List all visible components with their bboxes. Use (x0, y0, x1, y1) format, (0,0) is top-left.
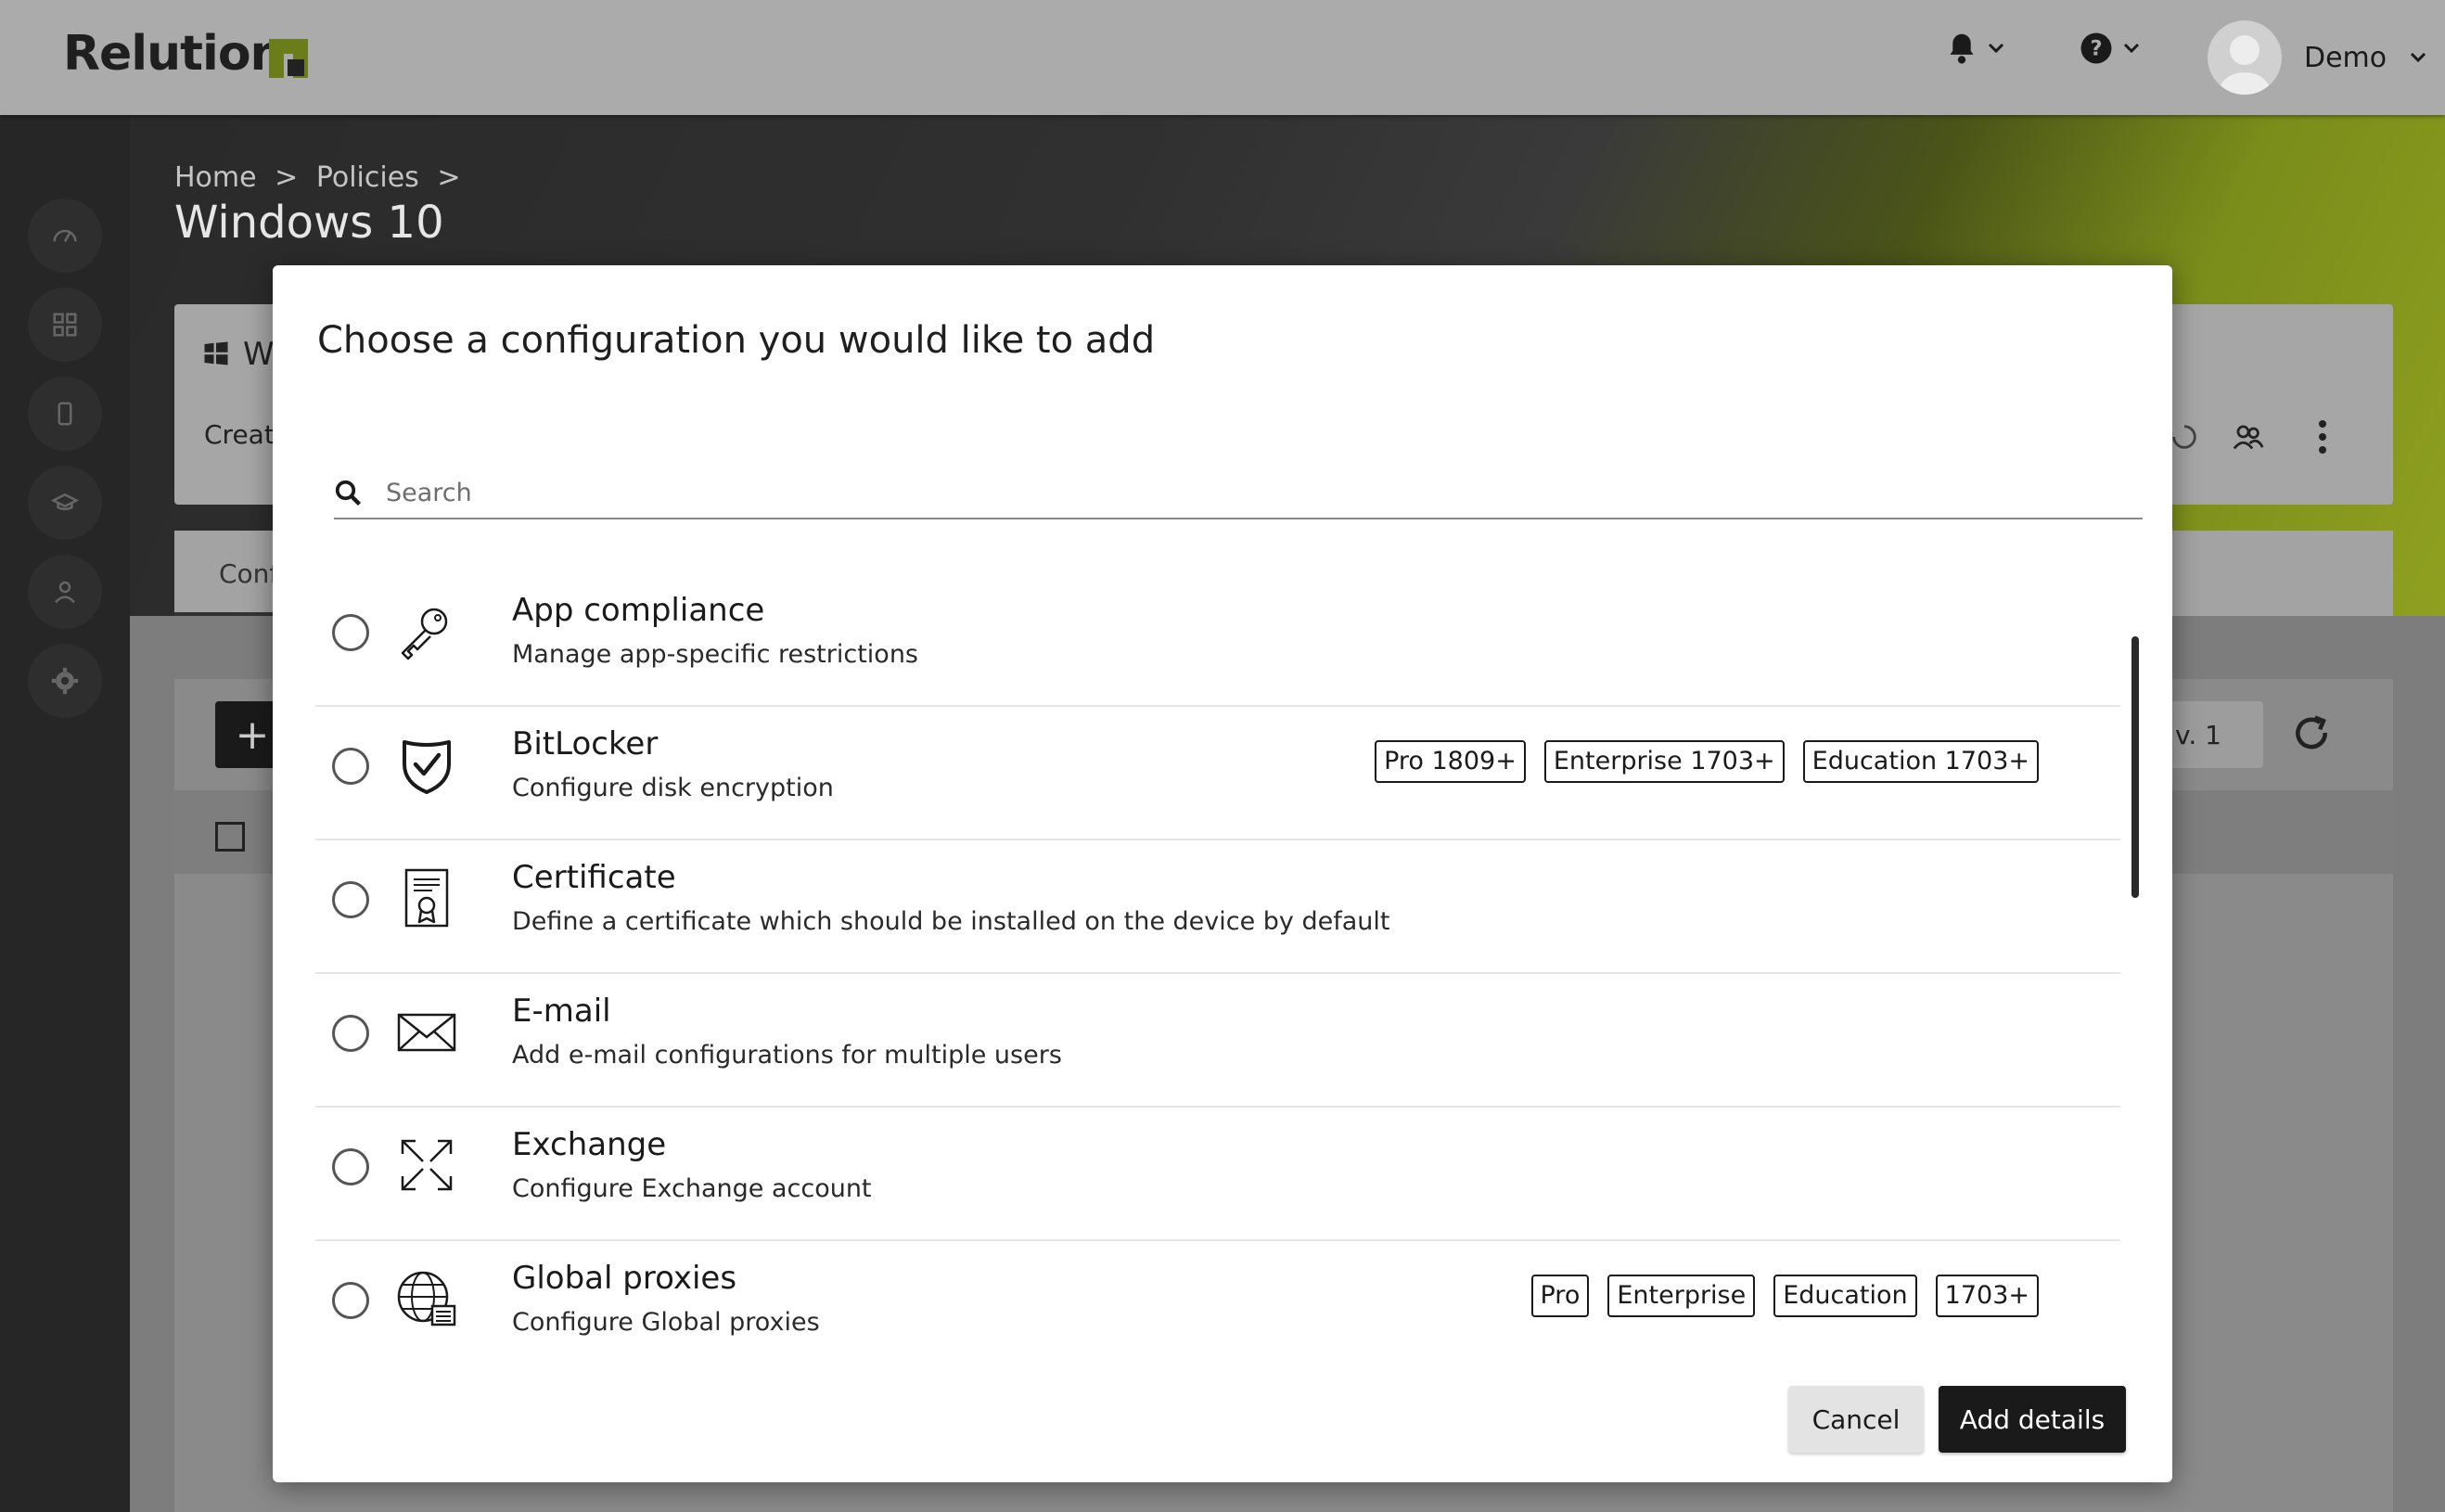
policy-card-title: W (243, 336, 275, 373)
radio-button[interactable] (332, 1148, 369, 1185)
breadcrumb-separator: > (275, 161, 299, 194)
item-title: E-mail (512, 993, 611, 1030)
top-bar: Relution ? Demo (0, 0, 2445, 115)
edition-badges: Pro Enterprise Education 1703+ (1530, 1275, 2039, 1317)
item-description: Configure disk encryption (512, 774, 834, 802)
list-item[interactable]: E-mail Add e-mail configurations for mul… (315, 974, 2120, 1108)
certificate-icon (395, 866, 458, 929)
bell-icon (1950, 33, 1974, 64)
sidebar-item-settings[interactable] (28, 644, 102, 718)
grid-icon (53, 313, 77, 337)
edition-badge: Education (1773, 1275, 1917, 1317)
edition-badge: Pro (1530, 1275, 1590, 1317)
item-description: Configure Global proxies (512, 1308, 820, 1337)
gear-icon (51, 667, 79, 695)
radio-button[interactable] (332, 1015, 369, 1052)
list-item[interactable]: App compliance Manage app-specific restr… (315, 573, 2120, 707)
search-icon (335, 480, 362, 506)
add-details-button[interactable]: Add details (1939, 1386, 2126, 1453)
item-title: Global proxies (512, 1260, 737, 1297)
radio-button[interactable] (332, 614, 369, 651)
chevron-down-icon (2411, 52, 2426, 63)
graduation-cap-icon (51, 493, 79, 511)
help-icon: ? (2080, 32, 2112, 64)
page-title: Windows 10 (174, 197, 444, 249)
chevron-down-icon (1988, 43, 2004, 54)
gauge-icon (53, 229, 77, 242)
key-icon (395, 599, 458, 662)
logo-mark-icon (269, 39, 308, 78)
chevron-down-icon (2123, 43, 2140, 54)
item-title: Exchange (512, 1126, 667, 1163)
tab-configurations[interactable]: Conf (219, 558, 278, 589)
user-icon (55, 581, 75, 604)
edition-badge: 1703+ (1935, 1275, 2039, 1317)
list-scrollbar[interactable] (2131, 636, 2139, 898)
edition-badge: Enterprise 1703+ (1543, 740, 1785, 783)
breadcrumb: Home > Policies > (174, 161, 469, 194)
select-all-checkbox[interactable] (215, 822, 245, 852)
add-configuration-dialog: Choose a configuration you would like to… (273, 265, 2172, 1482)
sidebar (0, 115, 130, 1512)
list-item[interactable]: BitLocker Configure disk encryption Pro … (315, 707, 2120, 840)
search-input[interactable] (384, 473, 2113, 512)
exchange-icon (395, 1134, 458, 1197)
search-field (334, 471, 2143, 519)
edition-badge: Enterprise (1607, 1275, 1756, 1317)
breadcrumb-separator: > (437, 161, 461, 194)
notifications-menu[interactable] (1946, 32, 2005, 65)
windows-logo-icon (204, 341, 228, 365)
globe-icon (395, 1267, 458, 1330)
configuration-list: App compliance Manage app-specific restr… (315, 573, 2120, 1373)
sidebar-item-apps[interactable] (28, 288, 102, 362)
edition-badge: Education 1703+ (1802, 740, 2039, 783)
list-item[interactable]: Global proxies Configure Global proxies … (315, 1241, 2120, 1373)
list-item[interactable]: Exchange Configure Exchange account (315, 1108, 2120, 1241)
refresh-icon[interactable] (2291, 712, 2332, 753)
avatar (2208, 20, 2282, 95)
dialog-title: Choose a configuration you would like to… (317, 319, 1156, 362)
item-title: App compliance (512, 592, 765, 629)
phone-icon (58, 402, 72, 426)
envelope-icon (395, 1000, 458, 1063)
svg-text:?: ? (2090, 37, 2102, 61)
sidebar-item-users[interactable] (28, 555, 102, 629)
item-description: Manage app-specific restrictions (512, 640, 918, 669)
item-title: Certificate (512, 859, 676, 896)
list-item[interactable]: Certificate Define a certificate which s… (315, 840, 2120, 974)
item-description: Configure Exchange account (512, 1174, 872, 1203)
sidebar-item-education[interactable] (28, 466, 102, 540)
help-menu[interactable]: ? (2080, 32, 2141, 65)
item-description: Add e-mail configurations for multiple u… (512, 1041, 1062, 1070)
radio-button[interactable] (332, 881, 369, 918)
user-menu[interactable]: Demo (2208, 20, 2427, 95)
edition-badge: Pro 1809+ (1375, 740, 1526, 783)
undo-icon[interactable] (2169, 421, 2200, 453)
radio-button[interactable] (332, 1282, 369, 1319)
item-description: Define a certificate which should be ins… (512, 907, 1390, 936)
tab-active-indicator (174, 612, 286, 616)
sidebar-item-devices[interactable] (28, 377, 102, 451)
user-name: Demo (2304, 41, 2387, 74)
breadcrumb-policies[interactable]: Policies (316, 161, 419, 194)
item-title: BitLocker (512, 725, 659, 762)
edition-badges: Pro 1809+ Enterprise 1703+ Education 170… (1375, 740, 2039, 783)
shield-check-icon (395, 733, 458, 796)
user-silhouette-icon (2219, 35, 2271, 95)
users-icon[interactable] (2232, 421, 2265, 453)
sidebar-item-dashboard[interactable] (28, 199, 102, 273)
cancel-button[interactable]: Cancel (1788, 1386, 1924, 1453)
breadcrumb-home[interactable]: Home (174, 161, 257, 194)
radio-button[interactable] (332, 748, 369, 785)
app-logo: Relution (63, 26, 285, 82)
more-vertical-icon[interactable] (2317, 419, 2328, 455)
